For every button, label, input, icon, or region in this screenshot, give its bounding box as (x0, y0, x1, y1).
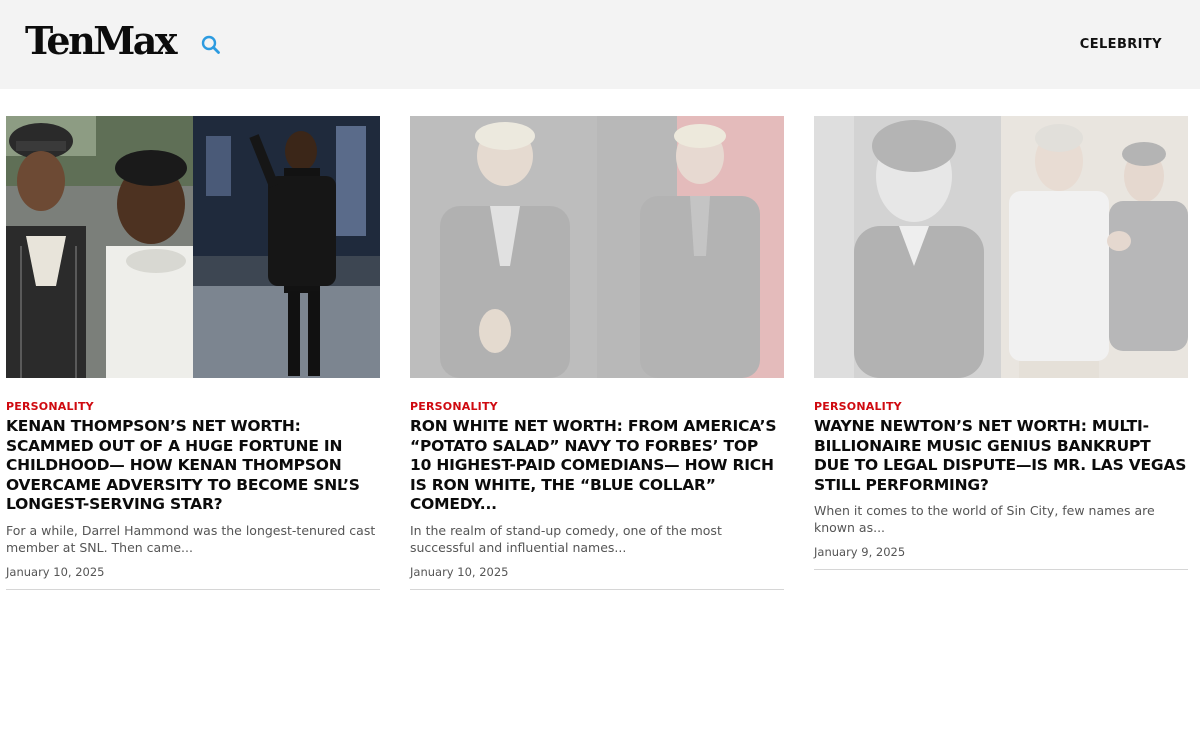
article-grid: PERSONALITY KENAN THOMPSON’S NET WORTH: … (6, 116, 1194, 596)
article-thumbnail[interactable] (814, 116, 1188, 378)
article-excerpt: For a while, Darrel Hammond was the long… (6, 522, 376, 555)
nav-item-celebrity[interactable]: CELEBRITY (1080, 37, 1162, 52)
article-date: January 10, 2025 (6, 564, 105, 579)
site-logo[interactable]: TenMax (25, 18, 178, 64)
article-date: January 9, 2025 (814, 545, 906, 560)
site-header: TenMax CELEBRITY (0, 0, 1200, 89)
article-card: PERSONALITY RON WHITE NET WORTH: FROM AM… (410, 116, 784, 590)
divider (6, 588, 380, 590)
article-category[interactable]: PERSONALITY (814, 399, 1188, 414)
article-thumbnail[interactable] (410, 116, 784, 378)
divider (410, 588, 784, 590)
article-card: PERSONALITY WAYNE NEWTON’S NET WORTH: MU… (814, 116, 1188, 571)
article-thumbnail[interactable] (6, 116, 380, 378)
search-icon[interactable] (199, 33, 223, 57)
article-title[interactable]: RON WHITE NET WORTH: FROM AMERICA’S “POT… (410, 417, 784, 515)
article-title[interactable]: KENAN THOMPSON’S NET WORTH: SCAMMED OUT … (6, 417, 380, 515)
divider (814, 569, 1188, 571)
article-category[interactable]: PERSONALITY (6, 399, 380, 414)
article-excerpt: In the realm of stand-up comedy, one of … (410, 522, 722, 555)
article-excerpt: When it comes to the world of Sin City, … (814, 503, 1155, 536)
article-date: January 10, 2025 (410, 564, 509, 579)
article-title[interactable]: WAYNE NEWTON’S NET WORTH: MULTI-BILLIONA… (814, 417, 1188, 495)
article-card: PERSONALITY KENAN THOMPSON’S NET WORTH: … (6, 116, 380, 590)
article-category[interactable]: PERSONALITY (410, 399, 784, 414)
